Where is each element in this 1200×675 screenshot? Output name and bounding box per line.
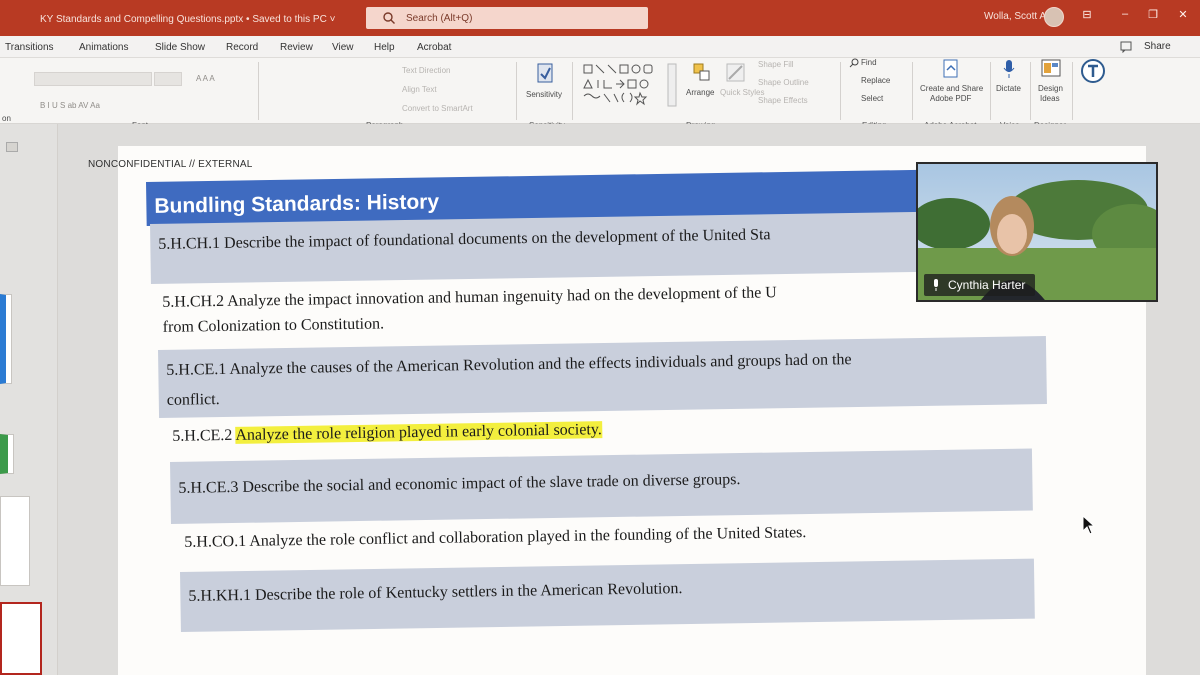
- document-title[interactable]: KY Standards and Compelling Questions.pp…: [40, 14, 335, 25]
- font-size-buttons[interactable]: A A A: [196, 74, 215, 83]
- sensitivity-icon: [537, 63, 553, 83]
- participant-nameplate: Cynthia Harter: [924, 274, 1036, 296]
- standard-text: 5.H.CO.1 Analyze the role conflict and c…: [184, 524, 807, 551]
- design-ideas-line1[interactable]: Design: [1038, 84, 1063, 93]
- slide-title: Bundling Standards: History: [154, 190, 440, 218]
- mouse-cursor-icon: [1082, 515, 1096, 535]
- slide-thumbnail[interactable]: [0, 294, 12, 384]
- standard-text: 5.H.KH.1 Describe the role of Kentucky s…: [188, 580, 683, 605]
- ribbon-separator: [1030, 62, 1031, 120]
- user-name[interactable]: Wolla, Scott A: [984, 11, 1046, 22]
- font-format-buttons[interactable]: B I U S ab AV Aa: [40, 101, 100, 110]
- dictate-button[interactable]: Dictate: [996, 84, 1021, 93]
- title-bar: KY Standards and Compelling Questions.pp…: [0, 0, 1200, 36]
- search-placeholder: Search (Alt+Q): [406, 13, 473, 24]
- microphone-icon: [934, 279, 938, 291]
- standard-text: 5.H.CH.2 Analyze the impact innovation a…: [162, 284, 777, 311]
- classification-label: NONCONFIDENTIAL // EXTERNAL: [88, 159, 253, 170]
- standard-text: 5.H.CH.1 Describe the impact of foundati…: [158, 226, 771, 253]
- comment-icon[interactable]: [1120, 41, 1132, 53]
- search-icon: [383, 12, 395, 24]
- minimize-button[interactable]: –: [1118, 8, 1132, 22]
- font-name-box[interactable]: [34, 72, 152, 86]
- share-button[interactable]: Share: [1144, 41, 1171, 52]
- arrange-button[interactable]: Arrange: [686, 88, 714, 97]
- ribbon-separator: [1072, 62, 1073, 120]
- tab-acrobat[interactable]: Acrobat: [417, 42, 451, 53]
- quick-styles-icon[interactable]: [725, 62, 747, 86]
- design-ideas-icon[interactable]: [1040, 58, 1062, 80]
- highlighted-text: Analyze the role religion played in earl…: [235, 421, 602, 444]
- tab-review[interactable]: Review: [280, 42, 313, 53]
- ribbon-separator: [516, 62, 517, 120]
- create-share-pdf-line1[interactable]: Create and Share: [920, 84, 983, 93]
- ribbon-separator: [990, 62, 991, 120]
- ribbon-tabs: Transitions Animations Slide Show Record…: [0, 36, 1200, 58]
- replace-button[interactable]: Replace: [861, 76, 890, 85]
- slide-thumbnail[interactable]: [0, 434, 14, 474]
- addin-t-icon[interactable]: [1080, 58, 1106, 84]
- tab-animations[interactable]: Animations: [79, 42, 128, 53]
- arrange-icon[interactable]: [692, 62, 712, 86]
- ribbon-separator: [912, 62, 913, 120]
- find-icon: [849, 58, 859, 68]
- shapes-gallery-icon[interactable]: [582, 62, 680, 108]
- shape-effects-button[interactable]: Shape Effects: [758, 96, 808, 105]
- close-button[interactable]: ✕: [1176, 8, 1190, 22]
- align-text-button[interactable]: Align Text: [402, 85, 437, 94]
- adobe-pdf-icon[interactable]: [941, 58, 961, 80]
- standard-text: 5.H.CE.2 Analyze the role religion playe…: [172, 417, 602, 449]
- ribbon: on A A A B I U S ab AV Aa Font Text Dire…: [0, 58, 1200, 130]
- find-button[interactable]: Find: [861, 58, 877, 67]
- microphone-icon[interactable]: [1002, 58, 1016, 80]
- standard-code: 5.H.CE.2: [172, 426, 233, 445]
- tab-help[interactable]: Help: [374, 42, 395, 53]
- create-share-pdf-line2[interactable]: Adobe PDF: [930, 94, 971, 103]
- ribbon-cut-label: on: [2, 114, 11, 123]
- text-direction-button[interactable]: Text Direction: [402, 66, 450, 75]
- ribbon-separator: [840, 62, 841, 120]
- font-size-box[interactable]: [154, 72, 182, 86]
- tab-record[interactable]: Record: [226, 42, 258, 53]
- slide-thumbnail[interactable]: [0, 496, 30, 586]
- shape-outline-button[interactable]: Shape Outline: [758, 78, 809, 87]
- shape-fill-button[interactable]: Shape Fill: [758, 60, 794, 69]
- standard-text: 5.H.CE.1 Analyze the causes of the Ameri…: [166, 351, 852, 379]
- tab-slide-show[interactable]: Slide Show: [155, 42, 205, 53]
- design-ideas-line2[interactable]: Ideas: [1040, 94, 1060, 103]
- restore-button[interactable]: ❐: [1146, 8, 1160, 22]
- video-tile[interactable]: Cynthia Harter: [916, 162, 1158, 302]
- standard-text: 5.H.CE.3 Describe the social and economi…: [178, 471, 741, 497]
- standard-text: conflict.: [166, 391, 220, 409]
- slide-thumbnail-selected[interactable]: [0, 602, 42, 675]
- tab-view[interactable]: View: [332, 42, 354, 53]
- slide-thumbnail-panel: [0, 124, 58, 675]
- tab-transitions[interactable]: Transitions: [5, 42, 54, 53]
- table-row: 5.H.CH.2 Analyze the impact innovation a…: [154, 270, 935, 344]
- standard-text: from Colonization to Constitution.: [162, 315, 385, 336]
- avatar[interactable]: [1044, 7, 1064, 27]
- convert-smartart-button[interactable]: Convert to SmartArt: [402, 104, 473, 113]
- ribbon-display-button[interactable]: ⊟: [1080, 8, 1094, 22]
- select-button[interactable]: Select: [861, 94, 883, 103]
- powerpoint-window: KY Standards and Compelling Questions.pp…: [0, 0, 1200, 675]
- participant-name: Cynthia Harter: [948, 278, 1026, 292]
- search-box[interactable]: Search (Alt+Q): [366, 7, 648, 29]
- ribbon-separator: [258, 62, 259, 120]
- sensitivity-button[interactable]: Sensitivity: [526, 90, 562, 99]
- ribbon-separator: [572, 62, 573, 120]
- collapse-panel-button[interactable]: [6, 142, 18, 152]
